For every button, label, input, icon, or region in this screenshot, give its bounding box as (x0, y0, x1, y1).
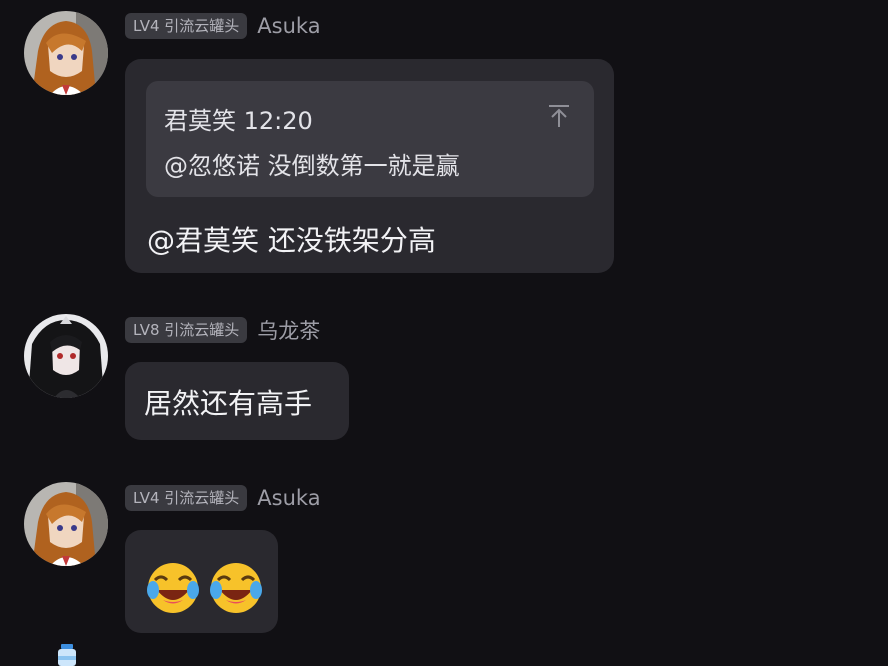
username[interactable]: Asuka (257, 486, 320, 510)
laughing-crying-emoji (145, 560, 201, 616)
message-bubble[interactable] (125, 530, 278, 633)
message-text: @君莫笑 还没铁架分高 (147, 224, 436, 257)
avatar[interactable] (24, 314, 108, 398)
message-bubble[interactable]: 君莫笑 12:20 @忽悠诺 没倒数第一就是赢 @君莫笑 还没铁架分高 (125, 59, 614, 273)
username[interactable]: Asuka (257, 14, 320, 38)
message-meta: LV8 引流云罐头 乌龙茶 (125, 316, 320, 344)
dark-hair-girl-avatar-icon (24, 314, 108, 398)
level-badge: LV8 引流云罐头 (125, 317, 248, 343)
asuka-avatar-icon (24, 482, 108, 566)
username[interactable]: 乌龙茶 (257, 315, 320, 345)
chat-view: LV4 引流云罐头 Asuka 君莫笑 12:20 @忽悠诺 没倒数第一就是赢 … (0, 0, 888, 666)
water-bottle-icon (58, 644, 76, 666)
message-meta: LV4 引流云罐头 Asuka (125, 484, 321, 512)
jump-to-top-icon[interactable] (546, 103, 572, 129)
asuka-avatar-icon (24, 11, 108, 95)
message-meta: LV4 引流云罐头 Asuka (125, 12, 321, 40)
level-badge: LV4 引流云罐头 (125, 13, 248, 39)
quoted-author-time: 君莫笑 12:20 (164, 107, 313, 135)
quoted-text: @忽悠诺 没倒数第一就是赢 (164, 152, 460, 180)
level-badge: LV4 引流云罐头 (125, 485, 248, 511)
message-text: 居然还有高手 (144, 387, 313, 420)
avatar[interactable] (24, 482, 108, 566)
quoted-message[interactable]: 君莫笑 12:20 @忽悠诺 没倒数第一就是赢 (146, 81, 594, 197)
laughing-crying-emoji (208, 560, 264, 616)
message-bubble[interactable]: 居然还有高手 (125, 362, 349, 440)
avatar[interactable] (24, 11, 108, 95)
